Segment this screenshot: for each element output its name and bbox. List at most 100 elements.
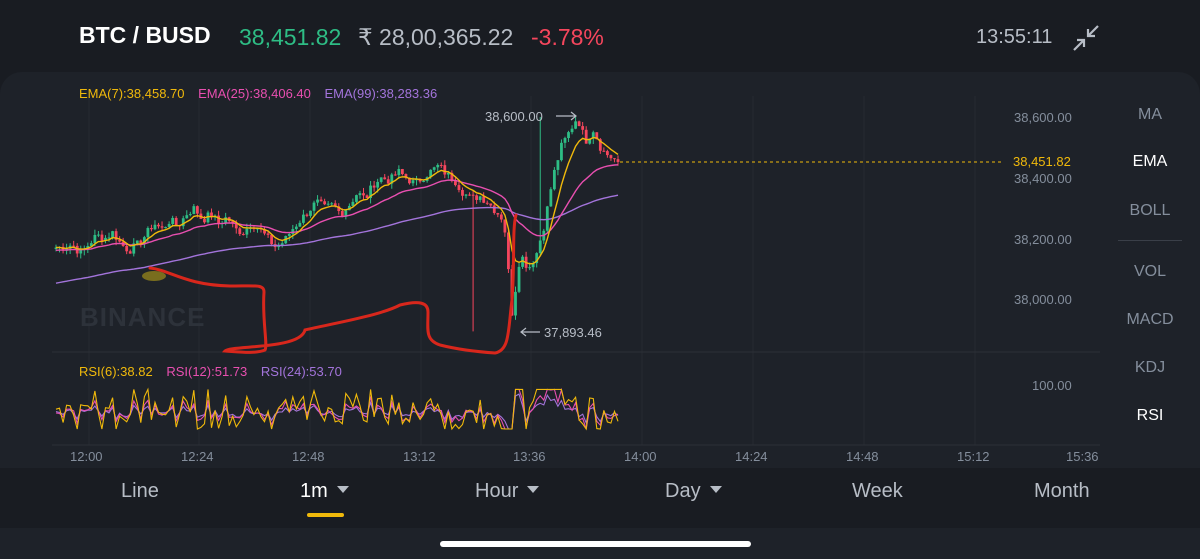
rsi6-line bbox=[55, 387, 619, 431]
time-tick: 14:48 bbox=[846, 449, 879, 464]
chevron-down-icon bbox=[527, 486, 540, 494]
candle-body bbox=[436, 164, 440, 168]
time-tick: 14:00 bbox=[624, 449, 657, 464]
candle-body bbox=[97, 234, 100, 236]
chevron-down-icon bbox=[336, 486, 349, 494]
candle-body bbox=[319, 199, 323, 202]
candle-body bbox=[609, 155, 613, 159]
candle-body bbox=[372, 185, 376, 188]
tab-hour[interactable]: Hour bbox=[475, 480, 540, 503]
time-tick: 12:48 bbox=[292, 449, 325, 464]
high-pointer bbox=[556, 111, 577, 121]
time-tick: 13:12 bbox=[403, 449, 436, 464]
candle-body bbox=[362, 193, 365, 196]
chart-grid bbox=[52, 96, 1100, 446]
side-rsi[interactable]: RSI bbox=[1120, 407, 1180, 425]
candle-body bbox=[174, 217, 178, 226]
candle-body bbox=[323, 201, 327, 205]
candle-body bbox=[584, 129, 588, 144]
ema7-value: EMA(7):38,458.70 bbox=[79, 86, 185, 101]
side-vol[interactable]: VOL bbox=[1120, 263, 1180, 281]
low-price-label: 37,893.46 bbox=[544, 325, 602, 340]
candle-body bbox=[266, 233, 270, 235]
candle-body bbox=[567, 132, 570, 139]
candle-body bbox=[305, 214, 309, 216]
candle-body bbox=[471, 194, 475, 196]
candle-body bbox=[482, 196, 486, 203]
candle-body bbox=[164, 226, 167, 228]
side-boll[interactable]: BOLL bbox=[1120, 202, 1180, 220]
time-tick: 15:36 bbox=[1066, 449, 1099, 464]
candle-body bbox=[192, 206, 196, 215]
candle-body bbox=[111, 231, 114, 238]
candle-body bbox=[298, 222, 302, 227]
rsi24-value: RSI(24):53.70 bbox=[260, 364, 342, 379]
side-macd[interactable]: MACD bbox=[1120, 311, 1180, 329]
candle-body bbox=[432, 167, 436, 170]
candle-body bbox=[309, 210, 312, 216]
side-kdj[interactable]: KDJ bbox=[1120, 359, 1180, 377]
tab-month[interactable]: Month bbox=[1034, 480, 1090, 503]
candle-body bbox=[330, 203, 334, 205]
candle-body bbox=[552, 169, 556, 190]
candle-body bbox=[107, 237, 111, 239]
candle-body bbox=[411, 180, 415, 184]
side-divider bbox=[1118, 240, 1182, 241]
candle-body bbox=[613, 158, 616, 160]
candle-body bbox=[135, 240, 139, 244]
chevron-down-icon bbox=[709, 486, 722, 494]
time-tick: 14:24 bbox=[735, 449, 768, 464]
candle-body bbox=[128, 251, 132, 254]
candle-body bbox=[302, 214, 305, 223]
tab-day[interactable]: Day bbox=[665, 480, 722, 503]
ema99-line bbox=[55, 194, 619, 284]
candle-body bbox=[195, 206, 199, 214]
candle-body bbox=[379, 177, 383, 182]
candle-body bbox=[400, 169, 404, 175]
tab-line[interactable]: Line bbox=[121, 480, 159, 503]
candle-body bbox=[171, 217, 175, 224]
candle-body bbox=[287, 234, 291, 236]
home-indicator[interactable] bbox=[440, 541, 751, 547]
price-tick: 38,200.00 bbox=[1014, 232, 1072, 247]
side-ema[interactable]: EMA bbox=[1120, 153, 1180, 171]
candle-body bbox=[383, 177, 387, 180]
high-price-label: 38,600.00 bbox=[485, 109, 543, 124]
candle-body bbox=[464, 194, 468, 196]
price-tick: 38,400.00 bbox=[1014, 171, 1072, 186]
ema99-value: EMA(99):38,283.36 bbox=[324, 86, 438, 101]
tab-1m[interactable]: 1m bbox=[300, 480, 349, 503]
candle-body bbox=[574, 121, 577, 129]
active-tab-indicator bbox=[307, 513, 344, 517]
tab-week[interactable]: Week bbox=[852, 480, 903, 503]
price-tick: 38,600.00 bbox=[1014, 110, 1072, 125]
rsi12-value: RSI(12):51.73 bbox=[166, 364, 248, 379]
candle-body bbox=[517, 266, 521, 292]
time-tick: 12:24 bbox=[181, 449, 214, 464]
candle-body bbox=[457, 185, 461, 190]
ema25-value: EMA(25):38,406.40 bbox=[198, 86, 311, 101]
candle-body bbox=[570, 128, 574, 133]
rsi6-value: RSI(6):38.82 bbox=[79, 364, 153, 379]
candle-body bbox=[528, 267, 532, 269]
candle-body bbox=[217, 215, 220, 224]
ema25-line bbox=[55, 164, 619, 251]
candle-body bbox=[581, 126, 585, 130]
time-tick: 13:36 bbox=[513, 449, 546, 464]
candle-body bbox=[397, 169, 401, 176]
rsi-legend: RSI(6):38.82 RSI(12):51.73 RSI(24):53.70 bbox=[79, 364, 352, 379]
candle-body bbox=[602, 150, 606, 152]
candle-body bbox=[439, 164, 443, 166]
rsi-layer bbox=[55, 387, 619, 431]
candle-body bbox=[167, 223, 171, 227]
candle-body bbox=[422, 180, 425, 182]
candle-body bbox=[241, 234, 245, 236]
candle-body bbox=[549, 189, 553, 207]
candle-body bbox=[185, 215, 189, 219]
candle-body bbox=[478, 196, 482, 200]
candle-body bbox=[454, 181, 457, 186]
candle-body bbox=[563, 138, 567, 143]
candle-body bbox=[358, 193, 362, 196]
side-ma[interactable]: MA bbox=[1120, 106, 1180, 124]
candle-body bbox=[160, 226, 164, 228]
